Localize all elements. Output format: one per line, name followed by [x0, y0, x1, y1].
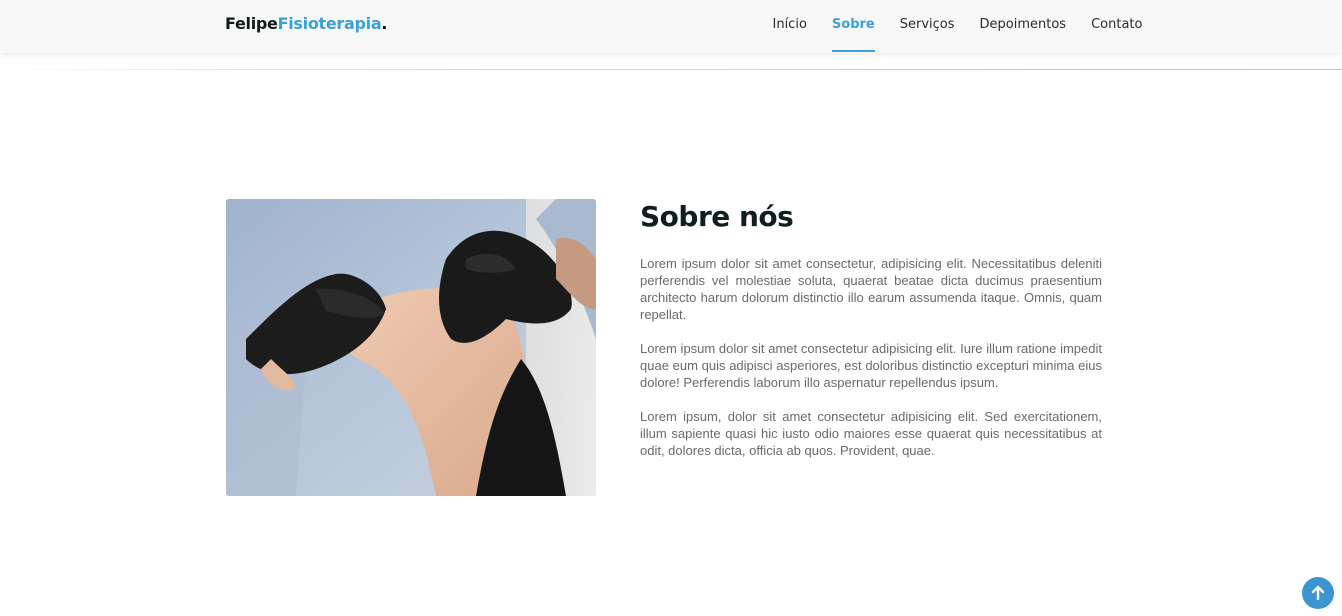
physiotherapy-foot-photo [226, 199, 596, 496]
logo-dot: . [381, 14, 388, 33]
nav-item-servicos[interactable]: Serviços [887, 0, 967, 53]
nav-item-sobre[interactable]: Sobre [819, 0, 887, 53]
nav-item-inicio[interactable]: Início [760, 0, 819, 53]
about-image [226, 199, 596, 496]
about-text: Lorem ipsum dolor sit amet consectetur, … [640, 255, 1102, 476]
logo-text-fisioterapia: Fisioterapia [277, 14, 382, 33]
main-nav: Início Sobre Serviços Depoimentos Contat… [760, 0, 1155, 53]
site-header: FelipeFisioterapia. Início Sobre Serviço… [0, 0, 1342, 53]
about-paragraph-2: Lorem ipsum dolor sit amet consectetur a… [640, 341, 1102, 390]
about-paragraph-3: Lorem ipsum, dolor sit amet consectetur … [640, 409, 1102, 458]
nav-item-contato[interactable]: Contato [1079, 0, 1155, 53]
about-title: Sobre nós [640, 200, 794, 233]
back-to-top-button[interactable] [1302, 577, 1334, 609]
nav-item-depoimentos[interactable]: Depoimentos [967, 0, 1079, 53]
section-divider [0, 69, 1342, 70]
about-paragraph-1: Lorem ipsum dolor sit amet consectetur, … [640, 256, 1102, 322]
arrow-up-icon [1311, 585, 1325, 601]
logo-text-felipe: Felipe [225, 14, 278, 33]
site-logo[interactable]: FelipeFisioterapia. [225, 14, 387, 33]
